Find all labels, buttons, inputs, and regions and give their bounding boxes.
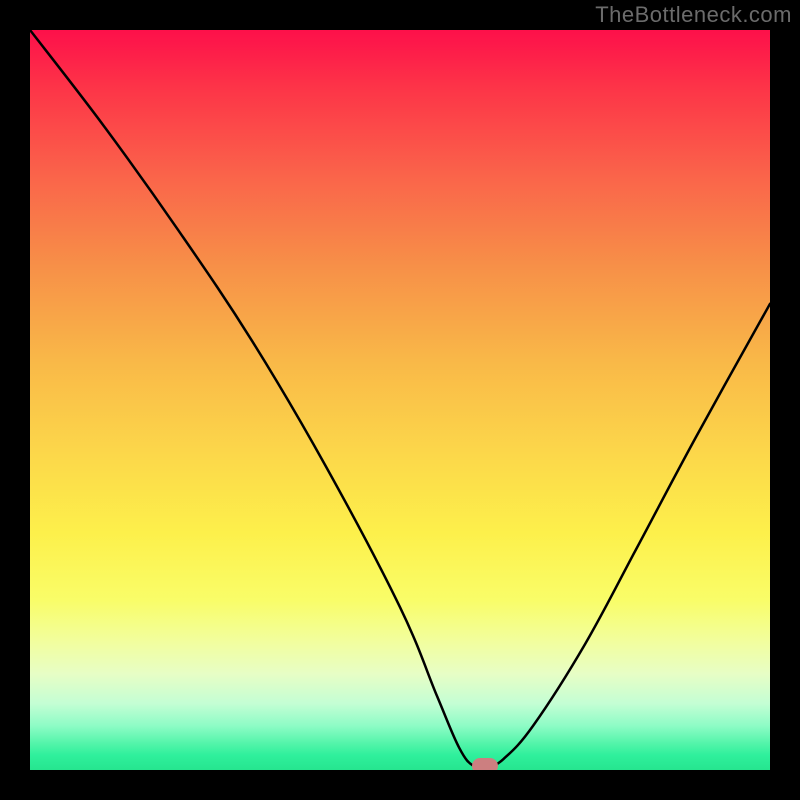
chart-container: TheBottleneck.com <box>0 0 800 800</box>
optimal-marker <box>472 758 498 770</box>
bottleneck-curve <box>30 30 770 768</box>
curve-layer <box>30 30 770 770</box>
watermark-label: TheBottleneck.com <box>595 2 792 28</box>
plot-area <box>30 30 770 770</box>
